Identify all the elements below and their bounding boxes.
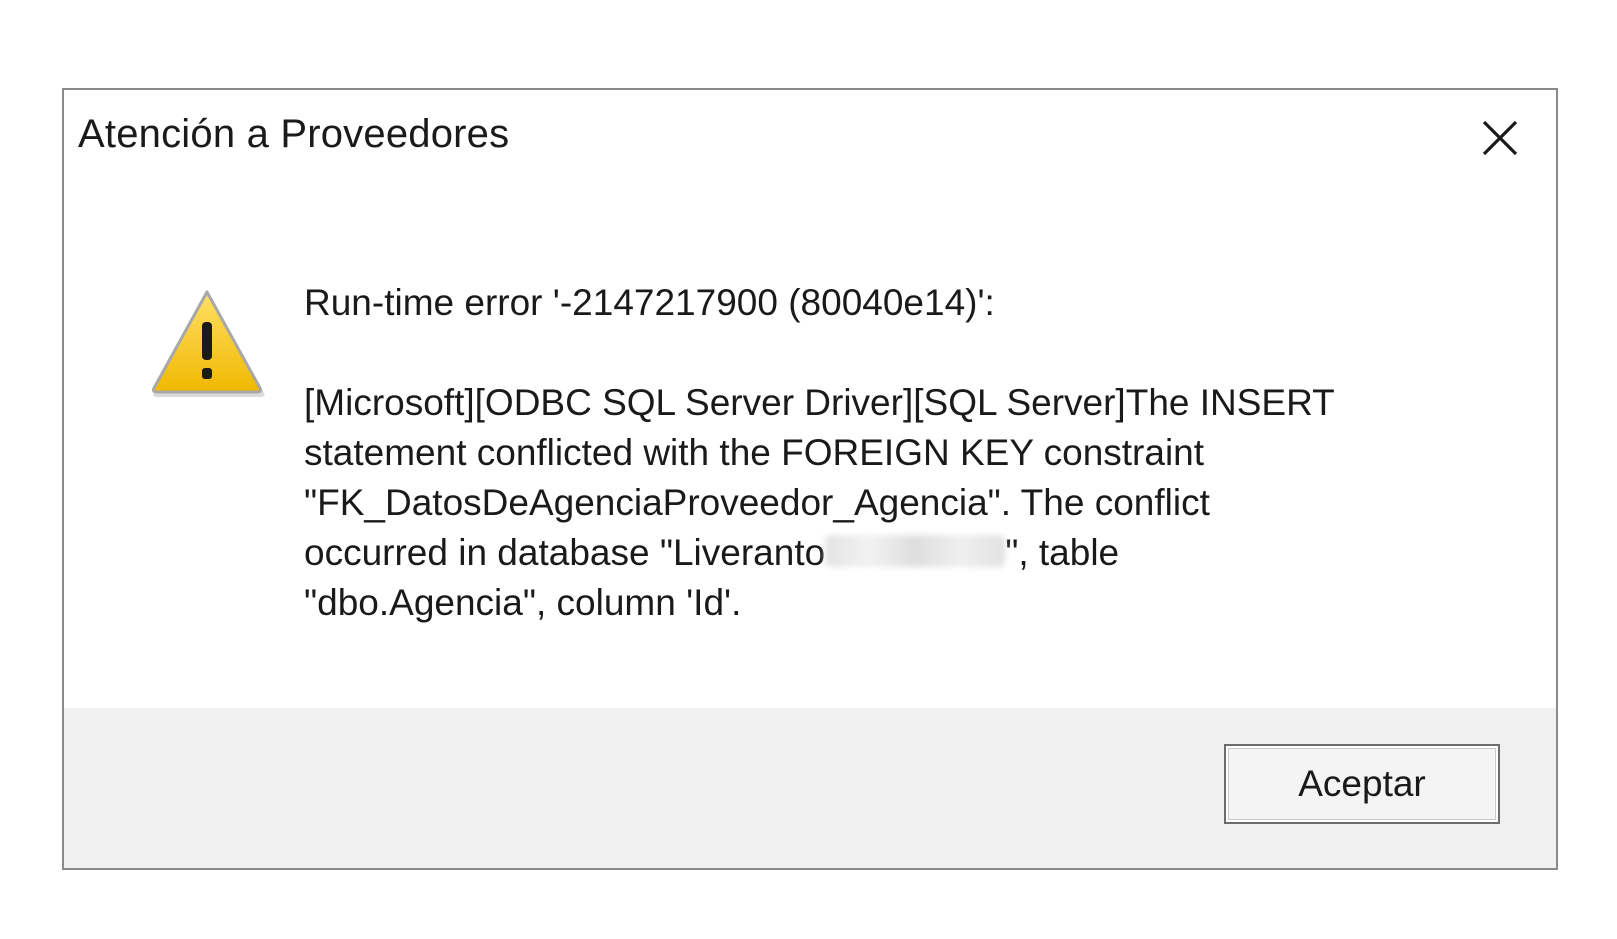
message-line: [Microsoft][ODBC SQL Server Driver][SQL … xyxy=(304,382,1335,423)
close-icon xyxy=(1482,120,1518,156)
ok-button[interactable]: Aceptar xyxy=(1224,744,1500,824)
message-line: "dbo.Agencia", column 'Id'. xyxy=(304,582,742,623)
window-title: Atención a Proveedores xyxy=(78,112,510,156)
button-bar: Aceptar xyxy=(64,708,1556,868)
error-message: Run-time error '-2147217900 (80040e14)':… xyxy=(304,278,1464,628)
message-line: occurred in database "Liveranto ", table xyxy=(304,528,1464,578)
error-dialog: Atención a Proveedores Run-time error '-… xyxy=(62,88,1558,870)
message-text: ", table xyxy=(1005,532,1120,573)
close-button[interactable] xyxy=(1470,108,1530,168)
message-line: statement conflicted with the FOREIGN KE… xyxy=(304,432,1205,473)
title-bar[interactable]: Atención a Proveedores xyxy=(64,90,1556,182)
warning-icon xyxy=(146,288,268,400)
message-text: occurred in database "Liveranto xyxy=(304,532,826,573)
error-heading: Run-time error '-2147217900 (80040e14)': xyxy=(304,282,995,323)
redacted-text xyxy=(825,535,1006,567)
message-line: "FK_DatosDeAgenciaProveedor_Agencia". Th… xyxy=(304,482,1210,523)
